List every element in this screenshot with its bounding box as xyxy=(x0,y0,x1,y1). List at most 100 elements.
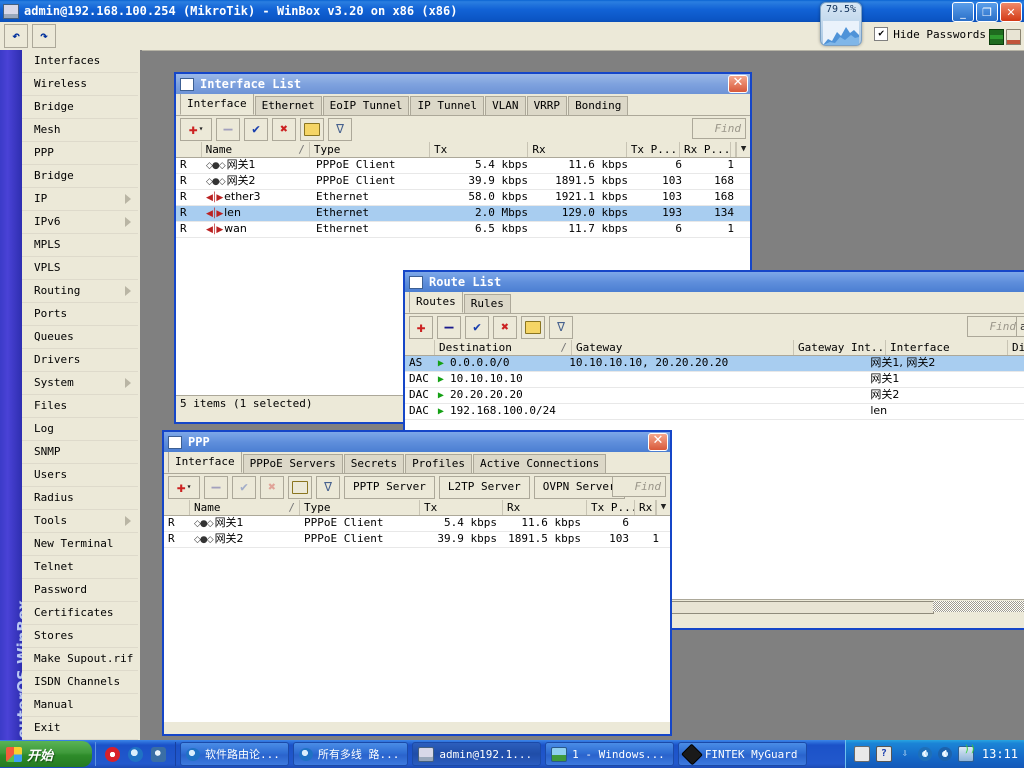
hide-passwords-checkbox[interactable]: ✔ xyxy=(874,27,889,41)
col-type[interactable]: Type xyxy=(300,500,420,515)
remove-interface-button[interactable]: — xyxy=(216,117,240,141)
add-route-button[interactable]: ✚ xyxy=(409,315,433,339)
add-ppp-button[interactable]: ✚ ▾ xyxy=(168,475,200,499)
ppp-tab-interface[interactable]: Interface xyxy=(168,451,242,473)
table-row[interactable]: AS ▶ 0.0.0.0/0 10.10.10.10, 20.20.20.20 网关1… xyxy=(405,356,1024,372)
media-icon[interactable] xyxy=(151,746,166,762)
col-rx[interactable]: Rx xyxy=(503,500,587,515)
ie-icon[interactable] xyxy=(128,746,143,762)
sidebar-item-make-supout-rif[interactable]: Make Supout.rif xyxy=(22,648,138,671)
table-row[interactable]: R ◀│▶ wan Ethernet 6.5 kbps 11.7 kbps 6 1 xyxy=(176,222,750,238)
route-list-titlebar[interactable]: Route List xyxy=(405,272,1024,292)
hide-passwords-toggle[interactable]: ✔ Hide Passwords xyxy=(874,27,986,41)
table-row[interactable]: DAC ▶ 192.168.100.0/24 len xyxy=(405,404,1024,420)
table-row[interactable]: DAC ▶ 10.10.10.10 网关1 xyxy=(405,372,1024,388)
filter-route-button[interactable]: ∇ xyxy=(549,315,573,339)
remove-ppp-button[interactable]: — xyxy=(204,475,228,499)
start-button[interactable]: 开始 xyxy=(0,741,92,767)
route-find-scope-button[interactable]: a xyxy=(1016,316,1024,337)
col-gateway[interactable]: Gateway xyxy=(572,340,794,355)
l2tp-server-button[interactable]: L2TP Server xyxy=(438,475,530,499)
taskbar-button[interactable]: FINTEK MyGuard xyxy=(677,742,807,766)
help-icon[interactable]: ? xyxy=(875,746,892,762)
sidebar-item-snmp[interactable]: SNMP xyxy=(22,441,138,464)
interface-find-input[interactable]: Find xyxy=(692,118,746,139)
sidebar-item-password[interactable]: Password xyxy=(22,579,138,602)
volume-icon[interactable]: )) xyxy=(957,744,976,762)
taskbar-button[interactable]: 软件路由论... xyxy=(180,742,289,766)
sidebar-item-mpls[interactable]: MPLS xyxy=(22,234,138,257)
filter-interface-button[interactable]: ∇ xyxy=(328,117,352,141)
col-flags[interactable] xyxy=(176,142,202,157)
close-button[interactable]: ✕ xyxy=(1000,2,1022,22)
main-titlebar[interactable]: admin@192.168.100.254 (MikroTik) - WinBo… xyxy=(0,0,1024,22)
col-tx[interactable]: Tx xyxy=(430,142,529,157)
route-list-tab-rules[interactable]: Rules xyxy=(463,294,511,313)
ppp-window[interactable]: PPP ✕ Interface PPPoE Servers Secrets Profi… xyxy=(162,430,672,736)
session-indicator-icon[interactable] xyxy=(989,29,1004,45)
minimize-button[interactable]: _ xyxy=(952,2,974,22)
undo-icon[interactable]: ↶ xyxy=(4,24,28,48)
sidebar-item-certificates[interactable]: Certificates xyxy=(22,602,138,625)
route-find-input[interactable]: Find xyxy=(967,316,1021,337)
sidebar-item-drivers[interactable]: Drivers xyxy=(22,349,138,372)
sidebar-item-telnet[interactable]: Telnet xyxy=(22,556,138,579)
taskbar-button[interactable]: 1 - Windows... xyxy=(545,742,674,766)
col-distance[interactable]: Dist xyxy=(1008,340,1024,355)
disable-route-button[interactable]: ✖ xyxy=(493,315,517,339)
interface-list-tab-vlan[interactable]: VLAN xyxy=(485,96,526,115)
taskbar-clock[interactable]: 13:11 xyxy=(982,747,1018,761)
col-type[interactable]: Type xyxy=(310,142,430,157)
taskbar-button[interactable]: 所有多线 路... xyxy=(292,742,409,766)
col-tx[interactable]: Tx xyxy=(420,500,503,515)
shield-icon[interactable]: ❮ xyxy=(917,747,932,761)
col-name[interactable]: Name / xyxy=(190,500,300,515)
col-interface[interactable]: Interface xyxy=(886,340,1008,355)
col-name[interactable]: Name / xyxy=(202,142,310,157)
enable-interface-button[interactable]: ✔ xyxy=(244,117,268,141)
sidebar-item-new-terminal[interactable]: New Terminal xyxy=(22,533,138,556)
col-destination[interactable]: Destination / xyxy=(435,340,572,355)
ppp-find-input[interactable]: Find xyxy=(612,476,666,497)
table-row[interactable]: R ◇●◇ 网关1 PPPoE Client 5.4 kbps 11.6 kbps 6 1 xyxy=(176,158,750,174)
table-row[interactable]: R ◇●◇ 网关1 PPPoE Client 5.4 kbps 11.6 kbps 6 xyxy=(164,516,670,532)
sidebar-item-ipv6[interactable]: IPv6 xyxy=(22,211,138,234)
sidebar-item-bridge[interactable]: Bridge xyxy=(22,96,138,119)
ovpn-server-button[interactable]: OVPN Server xyxy=(533,475,625,499)
col-gateway-interface[interactable]: Gateway Int... xyxy=(794,340,886,355)
sidebar-item-ppp[interactable]: PPP xyxy=(22,142,138,165)
sidebar-item-users[interactable]: Users xyxy=(22,464,138,487)
filter-ppp-button[interactable]: ∇ xyxy=(316,475,340,499)
sidebar-item-isdn-channels[interactable]: ISDN Channels xyxy=(22,671,138,694)
hscroll-track[interactable] xyxy=(933,601,1024,612)
sidebar-item-files[interactable]: Files xyxy=(22,395,138,418)
table-row[interactable]: R ◇●◇ 网关2 PPPoE Client 39.9 kbps 1891.5 kbps… xyxy=(164,532,670,548)
disable-interface-button[interactable]: ✖ xyxy=(272,117,296,141)
ppp-tab-active-connections[interactable]: Active Connections xyxy=(473,454,607,473)
sidebar-item-log[interactable]: Log xyxy=(22,418,138,441)
add-interface-button[interactable]: ✚ ▾ xyxy=(180,117,212,141)
ppp-tab-pppoe-servers[interactable]: PPPoE Servers xyxy=(242,454,343,473)
ppp-titlebar[interactable]: PPP ✕ xyxy=(164,432,670,452)
col-tx-packets[interactable]: Tx P... xyxy=(627,142,680,157)
sidebar-item-interfaces[interactable]: Interfaces xyxy=(22,50,138,73)
sidebar-item-manual[interactable]: Manual xyxy=(22,694,138,717)
ppp-grid[interactable]: Name / Type Tx Rx Tx P... Rx ▼ R ◇●◇ 网关1 PP… xyxy=(164,500,670,722)
interface-list-tab-eoip-tunnel[interactable]: EoIP Tunnel xyxy=(322,96,410,115)
enable-ppp-button[interactable]: ✔ xyxy=(232,475,256,499)
safe-mode-icon[interactable] xyxy=(1006,29,1021,45)
sidebar-item-mesh[interactable]: Mesh xyxy=(22,119,138,142)
col-tx-packets[interactable]: Tx P... xyxy=(587,500,635,515)
sidebar-item-exit[interactable]: Exit xyxy=(22,717,138,740)
sidebar-item-bridge[interactable]: Bridge xyxy=(22,165,138,188)
route-list-tab-routes[interactable]: Routes xyxy=(409,291,463,313)
table-row[interactable]: DAC ▶ 20.20.20.20 网关2 xyxy=(405,388,1024,404)
ppp-tab-secrets[interactable]: Secrets xyxy=(343,454,405,473)
interface-list-tab-interface[interactable]: Interface xyxy=(180,93,254,115)
interface-list-close-button[interactable]: ✕ xyxy=(728,75,748,93)
ppp-tab-profiles[interactable]: Profiles xyxy=(405,454,473,473)
sidebar-item-vpls[interactable]: VPLS xyxy=(22,257,138,280)
comment-ppp-button[interactable] xyxy=(288,475,312,499)
sidebar-item-routing[interactable]: Routing xyxy=(22,280,138,303)
opera-icon[interactable] xyxy=(105,746,120,762)
